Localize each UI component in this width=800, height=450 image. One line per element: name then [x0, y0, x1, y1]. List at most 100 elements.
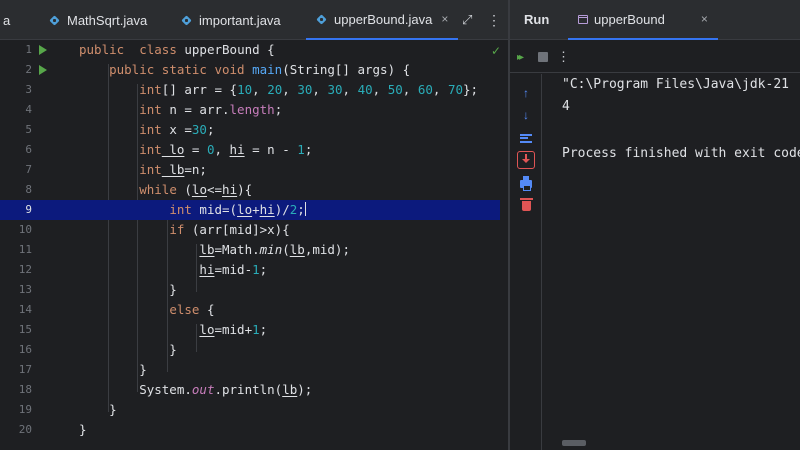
code-token: lb: [161, 162, 185, 177]
code-line[interactable]: }: [0, 360, 500, 380]
code-line[interactable]: }: [0, 420, 500, 440]
console-line: Process finished with exit code 0: [562, 146, 800, 161]
code-token: ,: [432, 82, 448, 97]
arrow-up-icon[interactable]: ↑: [517, 84, 535, 102]
code-token: lo: [191, 182, 207, 197]
line-number[interactable]: 13: [0, 280, 32, 300]
code-token: public: [79, 42, 125, 57]
code-token: 1: [252, 322, 260, 337]
code-token: =mid+: [214, 322, 253, 337]
run-gutter-icon[interactable]: [39, 65, 47, 75]
code-line[interactable]: int x =30;: [0, 120, 500, 140]
line-number[interactable]: 15: [0, 320, 32, 340]
code-token: hi: [229, 142, 245, 157]
code-line[interactable]: if (arr[mid]>x){: [0, 220, 500, 240]
code-line[interactable]: lo=mid+1;: [0, 320, 500, 340]
line-number[interactable]: 11: [0, 240, 32, 260]
tab-label: important.java: [199, 12, 281, 28]
trash-icon[interactable]: [517, 197, 535, 215]
line-number[interactable]: 10: [0, 220, 32, 240]
code-line[interactable]: int n = arr.length;: [0, 100, 500, 120]
code-token: lb: [282, 382, 298, 397]
code-token: 40: [357, 82, 373, 97]
line-number[interactable]: 19: [0, 400, 32, 420]
code-token: class: [139, 42, 177, 57]
run-header: Run upperBound ×: [510, 0, 800, 40]
code-token: [] arr = {: [161, 82, 238, 97]
expand-icon[interactable]: ⤢: [462, 0, 472, 40]
run-config-tab[interactable]: upperBound ×: [568, 0, 718, 40]
code-line[interactable]: public static void main(String[] args) {: [0, 60, 500, 80]
code-line[interactable]: int mid=(lo+hi)/2;: [0, 200, 500, 220]
scroll-to-end-icon[interactable]: [517, 151, 535, 169]
code-token: 70: [447, 82, 463, 97]
line-number[interactable]: 14: [0, 300, 32, 320]
console-output[interactable]: "C:\Program Files\Java\jdk-21 4 Process …: [562, 74, 800, 434]
line-number[interactable]: 2: [0, 60, 32, 80]
code-token: ,: [342, 82, 358, 97]
more-options-icon[interactable]: ⋮: [557, 41, 570, 73]
line-number[interactable]: 8: [0, 180, 32, 200]
code-line[interactable]: lb=Math.min(lb,mid);: [0, 240, 500, 260]
code-text: }: [79, 280, 177, 300]
code-line[interactable]: System.out.println(lb);: [0, 380, 500, 400]
code-line[interactable]: int lb=n;: [0, 160, 500, 180]
code-line[interactable]: }: [0, 280, 500, 300]
tab-important[interactable]: important.java: [181, 0, 281, 40]
code-line[interactable]: }: [0, 400, 500, 420]
code-text: int n = arr.length;: [79, 100, 282, 120]
code-token: =Math.: [214, 242, 260, 257]
line-number[interactable]: 1: [0, 40, 32, 60]
line-number[interactable]: 17: [0, 360, 32, 380]
line-number[interactable]: 3: [0, 80, 32, 100]
text-caret: [304, 202, 306, 216]
code-line[interactable]: }: [0, 340, 500, 360]
arrow-down-icon[interactable]: ↓: [517, 106, 535, 124]
soft-wrap-icon[interactable]: [517, 129, 535, 147]
code-text: }: [79, 340, 177, 360]
code-line[interactable]: hi=mid-1;: [0, 260, 500, 280]
line-number[interactable]: 9: [0, 200, 32, 220]
code-token: n = arr.: [161, 102, 230, 117]
code-line[interactable]: int[] arr = {10, 20, 30, 30, 40, 50, 60,…: [0, 80, 500, 100]
print-icon[interactable]: [517, 175, 535, 193]
horizontal-scrollbar[interactable]: [562, 440, 586, 446]
run-gutter-icon[interactable]: [39, 45, 47, 55]
line-number[interactable]: 12: [0, 260, 32, 280]
code-line[interactable]: while (lo<=hi){: [0, 180, 500, 200]
line-number[interactable]: 4: [0, 100, 32, 120]
line-number[interactable]: 20: [0, 420, 32, 440]
close-icon[interactable]: ×: [441, 12, 448, 26]
code-token: = n -: [244, 142, 298, 157]
tab-mathsqrt[interactable]: MathSqrt.java: [49, 0, 147, 40]
code-line[interactable]: public class upperBound {: [0, 40, 500, 60]
code-text: public class upperBound {: [79, 40, 275, 60]
code-token: ,: [214, 142, 230, 157]
code-line[interactable]: else {: [0, 300, 500, 320]
tab-upperbound[interactable]: upperBound.java ×: [306, 0, 459, 40]
rerun-icon[interactable]: ▸▸: [517, 41, 524, 73]
code-token: 1: [252, 262, 260, 277]
code-area[interactable]: public class upperBound { public static …: [0, 40, 508, 450]
stop-icon[interactable]: [538, 41, 548, 73]
line-number[interactable]: 18: [0, 380, 32, 400]
code-token: =: [184, 142, 207, 157]
close-icon[interactable]: ×: [701, 12, 708, 26]
line-number[interactable]: 16: [0, 340, 32, 360]
line-number[interactable]: 7: [0, 160, 32, 180]
line-number[interactable]: 5: [0, 120, 32, 140]
editor-pane: a MathSqrt.java important.java upperBoun…: [0, 0, 508, 450]
code-text: int lo = 0, hi = n - 1;: [79, 140, 312, 160]
code-text: else {: [79, 300, 214, 320]
code-token: <=: [206, 182, 223, 197]
tab-partial[interactable]: a: [3, 0, 10, 40]
code-token: ;: [259, 262, 268, 277]
code-line[interactable]: int lo = 0, hi = n - 1;: [0, 140, 500, 160]
more-options-icon[interactable]: ⋮: [487, 0, 501, 40]
line-number[interactable]: 6: [0, 140, 32, 160]
